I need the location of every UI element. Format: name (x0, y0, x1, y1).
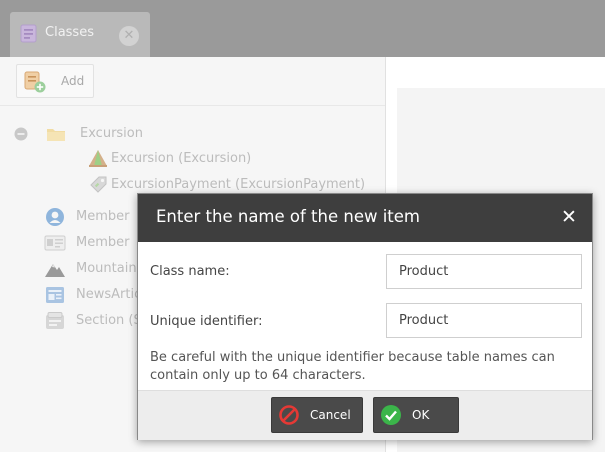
tab-classes[interactable]: Classes ✕ (10, 12, 150, 57)
section-icon (46, 312, 64, 329)
new-item-dialog: Enter the name of the new item ✕ Class n… (137, 193, 593, 440)
user-icon (46, 208, 64, 226)
tree-folder-label: Excursion (80, 126, 143, 141)
add-list-icon (24, 71, 46, 93)
tree-folder-excursion[interactable]: Excursion (0, 123, 380, 145)
tent-icon (89, 150, 107, 167)
unique-identifier-input[interactable] (386, 303, 582, 338)
check-icon (381, 405, 401, 425)
detail-header (397, 57, 605, 89)
class-name-input[interactable] (386, 254, 582, 289)
class-name-label: Class name: (150, 264, 230, 279)
class-list-icon (20, 24, 37, 43)
add-button-label: Add (61, 74, 85, 88)
tab-bar: Classes ✕ (0, 0, 605, 57)
dialog-title: Enter the name of the new item (156, 207, 420, 226)
tree-item-label: Excursion (Excursion) (111, 151, 252, 166)
tree-item-label: ExcursionPayment (ExcursionPayment) (111, 177, 366, 192)
id-card-icon (44, 235, 66, 251)
close-icon[interactable]: ✕ (558, 206, 580, 228)
tab-label: Classes (45, 25, 94, 40)
cancel-button[interactable]: Cancel (271, 397, 363, 433)
mountain-icon (45, 264, 65, 277)
folder-icon (47, 129, 65, 141)
cancel-icon (279, 405, 299, 425)
close-icon[interactable]: ✕ (119, 26, 139, 46)
newspaper-icon (46, 287, 64, 303)
toolbar: Add (0, 57, 385, 106)
unique-identifier-label: Unique identifier: (150, 314, 263, 329)
tree-item-label: Mountain (76, 261, 137, 276)
tree-item-label: Member (76, 209, 130, 224)
payment-tag-icon (90, 176, 107, 193)
ok-button[interactable]: OK (373, 397, 459, 433)
dialog-header: Enter the name of the new item ✕ (138, 194, 592, 242)
tree-item[interactable]: Excursion (Excursion) (0, 148, 380, 170)
add-button[interactable]: Add (16, 64, 94, 98)
identifier-warning-note: Be careful with the unique identifier be… (150, 350, 555, 383)
dialog-footer: Cancel OK (138, 390, 592, 440)
cancel-button-label: Cancel (310, 408, 351, 422)
app-window: Classes ✕ Add Excursion Excursion (Excur… (0, 0, 605, 452)
tree-item-label: Member (76, 235, 130, 250)
collapse-icon[interactable] (14, 127, 28, 141)
ok-button-label: OK (412, 408, 430, 422)
